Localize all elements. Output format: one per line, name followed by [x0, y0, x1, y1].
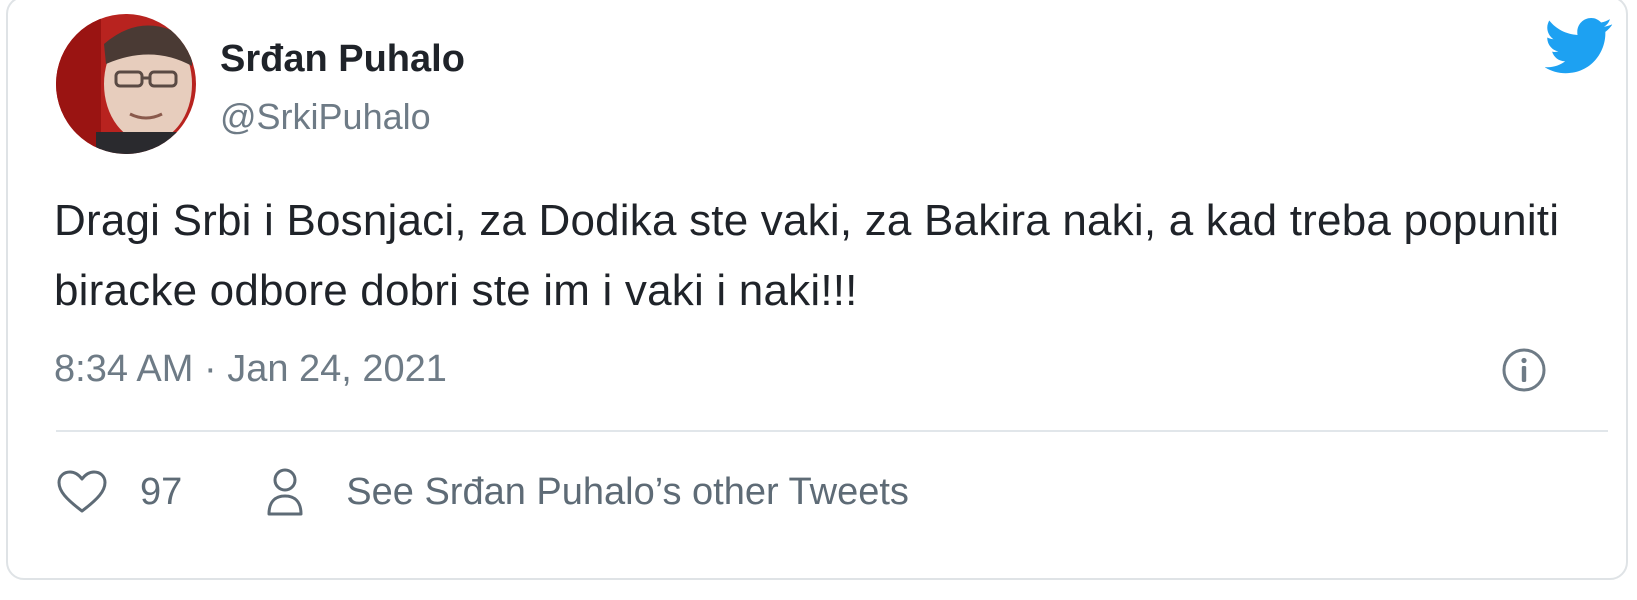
author-display-name[interactable]: Srđan Puhalo	[220, 38, 465, 81]
tweet-timestamp[interactable]: 8:34 AM · Jan 24, 2021	[54, 348, 447, 391]
twitter-bird-icon[interactable]	[1545, 16, 1613, 76]
divider	[56, 430, 1608, 432]
tweet-card: Srđan Puhalo @SrkiPuhalo Dragi Srbi i Bo…	[6, 0, 1628, 580]
info-icon[interactable]	[1500, 346, 1548, 394]
see-other-tweets-link[interactable]: See Srđan Puhalo’s other Tweets	[346, 471, 909, 514]
avatar-image	[56, 14, 196, 154]
author-handle[interactable]: @SrkiPuhalo	[220, 96, 431, 138]
tweet-text: Dragi Srbi i Bosnjaci, za Dodika ste vak…	[54, 196, 1560, 315]
like-count[interactable]: 97	[140, 471, 182, 514]
tweet-actions: 97 See Srđan Puhalo’s other Tweets	[56, 464, 909, 520]
heart-icon[interactable]	[56, 469, 108, 515]
person-icon[interactable]	[266, 467, 304, 517]
avatar[interactable]	[56, 14, 196, 154]
